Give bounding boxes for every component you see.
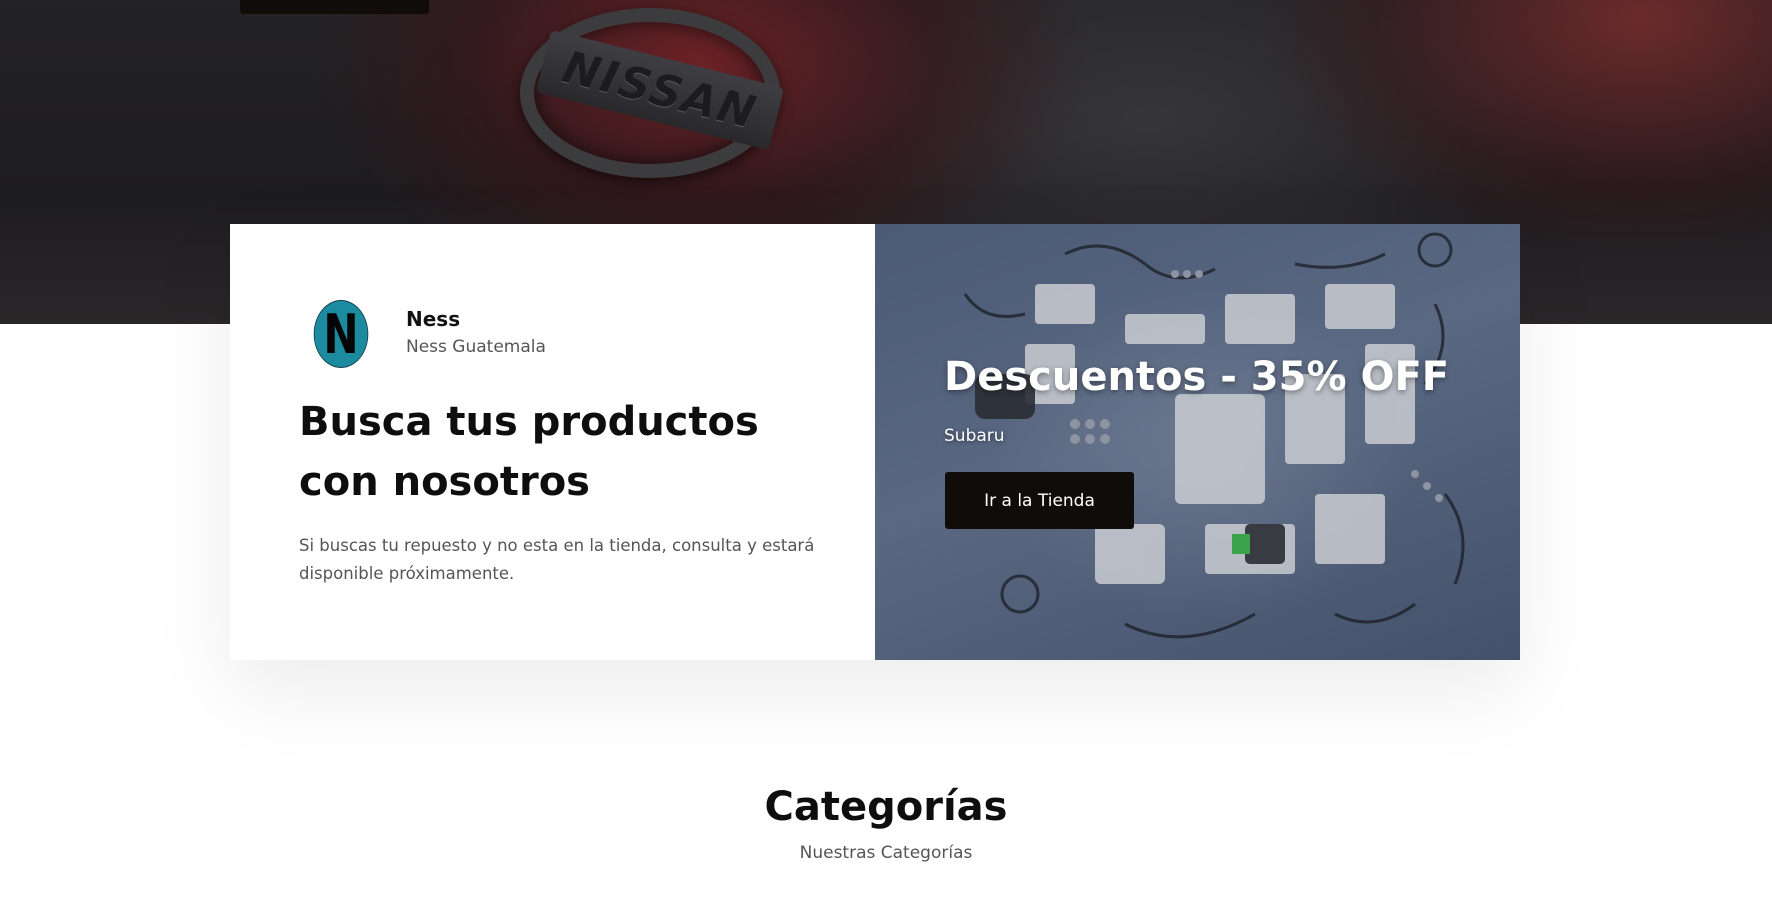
discount-title: Descuentos - 35% OFF: [944, 354, 1450, 400]
categories-subtitle: Nuestras Categorías: [799, 843, 973, 863]
go-to-store-label: Ir a la Tienda: [984, 490, 1095, 511]
brand-subtitle: Ness Guatemala: [406, 337, 546, 357]
discount-promo-card: Descuentos - 35% OFF Subaru Ir a la Tien…: [875, 224, 1520, 660]
hero-button-edge[interactable]: [240, 0, 429, 14]
discount-brand-label: Subaru: [944, 426, 1005, 446]
categories-title: Categorías: [764, 784, 1008, 830]
brand-avatar-letter: N: [323, 302, 359, 366]
search-promo-card: N Ness Ness Guatemala Busca tus producto…: [230, 224, 875, 660]
brand-name: Ness: [406, 307, 461, 331]
brand-avatar: N: [313, 300, 369, 368]
search-promo-description: Si buscas tu repuesto y no esta en la ti…: [299, 536, 815, 583]
search-promo-title: Busca tus productos con nosotros: [299, 399, 759, 505]
go-to-store-button[interactable]: Ir a la Tienda: [945, 472, 1134, 529]
